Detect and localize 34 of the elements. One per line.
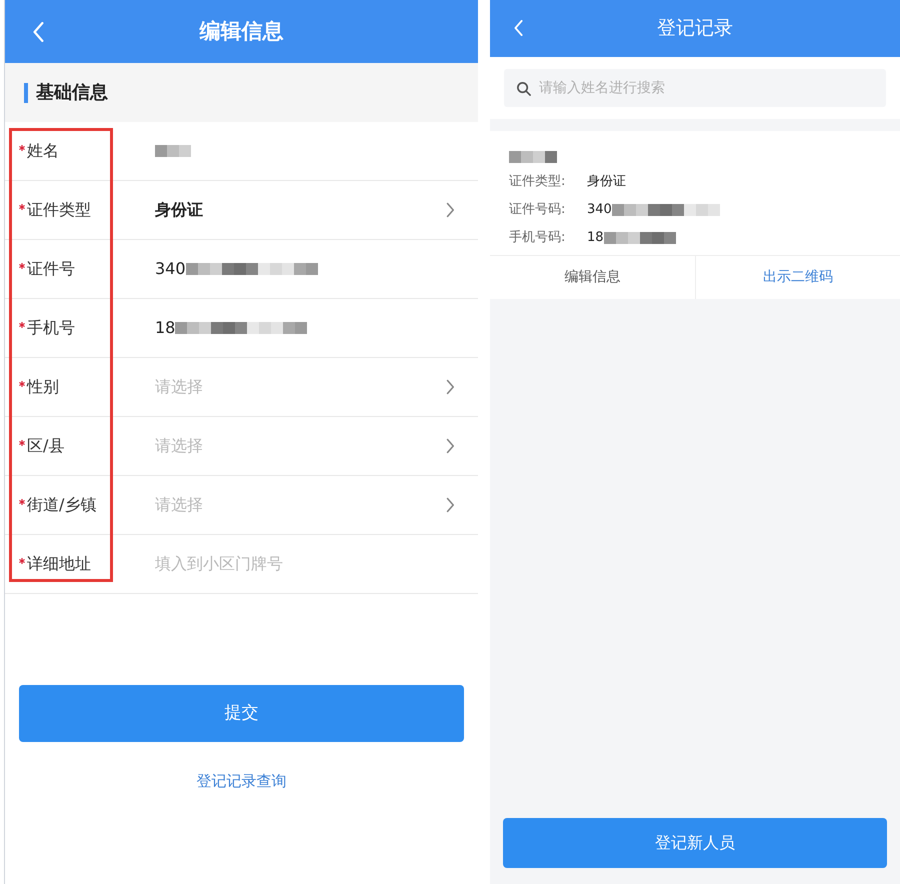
- records-link[interactable]: 登记记录查询: [196, 770, 286, 792]
- section-marker: [24, 82, 28, 102]
- detail-value: 18: [587, 229, 604, 248]
- field-label: 区/县: [27, 435, 64, 457]
- field-value[interactable]: 340: [155, 257, 186, 281]
- field-label: 证件号: [27, 258, 75, 280]
- detail-label: 证件号码:: [509, 201, 566, 220]
- detail-value: 340: [587, 201, 612, 220]
- section-title: 基础信息: [36, 81, 108, 105]
- field-label: 街道/乡镇: [27, 494, 96, 516]
- qr-code-button[interactable]: 出示二维码: [694, 256, 900, 299]
- search-field[interactable]: 请输入姓名进行搜索: [504, 69, 886, 107]
- page-title: 登记记录: [657, 16, 733, 42]
- field-label: 姓名: [27, 140, 59, 162]
- field-label: 性别: [27, 376, 59, 398]
- detail-label: 手机号码:: [509, 229, 566, 248]
- field-label: 手机号: [27, 317, 75, 339]
- back-icon[interactable]: [514, 20, 524, 36]
- add-person-button[interactable]: 登记新人员: [503, 818, 887, 868]
- chevron-right-icon[interactable]: [446, 497, 454, 513]
- chevron-right-icon[interactable]: [446, 438, 454, 454]
- field-label: 证件类型: [27, 199, 91, 221]
- chevron-right-icon[interactable]: [446, 202, 454, 218]
- detail-value: 身份证: [587, 173, 626, 192]
- search-icon: [516, 81, 531, 96]
- back-icon[interactable]: [33, 22, 45, 42]
- detail-label: 证件类型:: [509, 173, 566, 192]
- chevron-right-icon[interactable]: [446, 379, 454, 395]
- select-value[interactable]: 身份证: [155, 198, 203, 222]
- page-title: 编辑信息: [200, 18, 284, 45]
- edit-button[interactable]: 编辑信息: [490, 256, 694, 299]
- field-label: 详细地址: [27, 553, 91, 575]
- field-value[interactable]: 18: [155, 316, 176, 340]
- submit-button[interactable]: 提交: [19, 685, 464, 742]
